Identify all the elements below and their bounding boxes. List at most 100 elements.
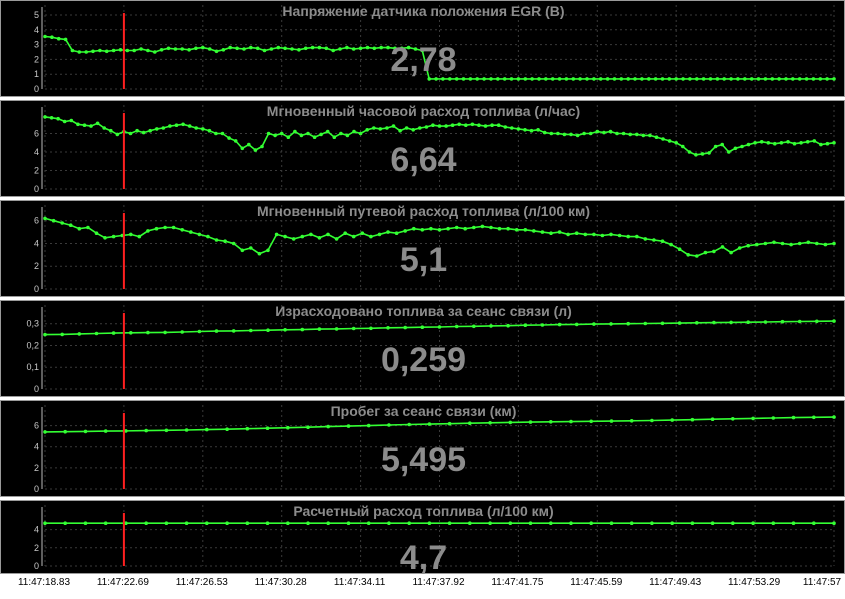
data-point: [569, 521, 573, 525]
data-point: [135, 128, 139, 133]
data-point: [60, 221, 64, 225]
data-point: [797, 319, 802, 324]
data-point: [403, 325, 408, 330]
data-point: [589, 521, 593, 525]
data-point: [128, 131, 133, 136]
data-point: [472, 324, 476, 329]
data-point: [592, 232, 596, 237]
data-point: [293, 129, 297, 134]
data-point: [326, 521, 331, 525]
data-point: [771, 521, 776, 525]
data-point: [63, 521, 67, 525]
data-point: [306, 425, 310, 429]
chart-panel-1: 0 1 2 3 4 5 Напряжение датчика положения EGR (…: [0, 0, 845, 97]
data-point: [529, 128, 534, 133]
x-tick-label: 11:47:57: [802, 577, 842, 588]
data-point: [626, 234, 630, 239]
data-point: [447, 521, 452, 525]
data-point: [249, 328, 253, 333]
data-point: [365, 128, 370, 132]
data-point: [144, 521, 148, 525]
chart-title: Мгновенный часовой расход топлива (л/час…: [266, 103, 581, 119]
x-tick-label: 11:47:34.11: [333, 577, 386, 588]
data-point: [95, 121, 100, 126]
data-point: [69, 118, 74, 123]
data-point: [562, 132, 567, 137]
data-point: [306, 131, 310, 136]
data-point: [523, 323, 528, 327]
series-line: [44, 416, 835, 433]
data-point: [43, 34, 47, 39]
data-point: [403, 229, 408, 233]
data-point: [386, 230, 390, 234]
data-point: [111, 234, 116, 239]
data-point: [391, 124, 396, 128]
data-point: [51, 218, 56, 223]
data-point: [549, 521, 553, 525]
data-point: [635, 234, 639, 239]
data-point: [144, 428, 148, 433]
data-point: [523, 228, 528, 232]
data-point: [369, 234, 373, 239]
data-point: [141, 130, 146, 135]
data-point: [710, 521, 715, 525]
data-point: [404, 126, 409, 130]
data-point: [510, 126, 514, 130]
data-point: [617, 233, 622, 238]
data-point: [345, 133, 350, 138]
data-point: [83, 521, 88, 525]
data-point: [523, 128, 527, 132]
data-point: [387, 521, 391, 525]
data-point: [609, 232, 613, 237]
y-tick-label: 0: [34, 384, 39, 394]
data-point: [360, 231, 365, 235]
data-point: [245, 521, 250, 525]
data-point: [214, 131, 218, 136]
data-point: [161, 126, 166, 130]
data-point: [386, 326, 390, 330]
data-point: [299, 133, 304, 138]
data-point: [549, 420, 553, 424]
data-point: [265, 426, 270, 430]
data-point: [60, 332, 64, 337]
data-point: [812, 521, 816, 525]
data-point: [557, 322, 562, 327]
data-point: [231, 329, 236, 333]
data-point: [780, 319, 785, 324]
data-point: [358, 131, 363, 136]
data-point: [163, 225, 167, 230]
current-value: 0,259: [380, 341, 467, 379]
y-tick-label: 0: [34, 84, 39, 94]
data-point: [266, 131, 271, 136]
data-point: [508, 521, 513, 525]
data-point: [447, 421, 452, 426]
data-point: [63, 429, 67, 434]
data-point: [326, 232, 330, 237]
data-point: [468, 421, 472, 425]
data-point: [109, 128, 113, 133]
data-point: [626, 321, 630, 326]
data-point: [146, 330, 150, 335]
data-point: [245, 426, 250, 431]
data-point: [189, 230, 193, 234]
data-point: [629, 419, 634, 423]
data-point: [483, 124, 488, 128]
data-point: [557, 230, 562, 234]
data-point: [650, 418, 654, 423]
data-point: [516, 127, 521, 131]
data-point: [751, 521, 755, 525]
data-point: [574, 322, 579, 327]
data-point: [424, 125, 429, 129]
data-point: [207, 128, 212, 133]
x-tick-label: 11:47:53.29: [728, 577, 781, 588]
data-point: [635, 132, 639, 137]
data-point: [89, 124, 93, 128]
data-point: [319, 132, 323, 137]
charts-container: 0 1 2 3 4 5 Напряжение датчика положения EGR (…: [0, 0, 845, 599]
data-point: [274, 232, 279, 237]
data-point: [56, 36, 61, 41]
data-point: [77, 226, 82, 231]
data-point: [369, 326, 373, 331]
data-point: [102, 126, 106, 130]
chart-panel-4: 0 0,1 0,2 0,3 Израсходовано топлива за сеанс…: [0, 300, 845, 397]
